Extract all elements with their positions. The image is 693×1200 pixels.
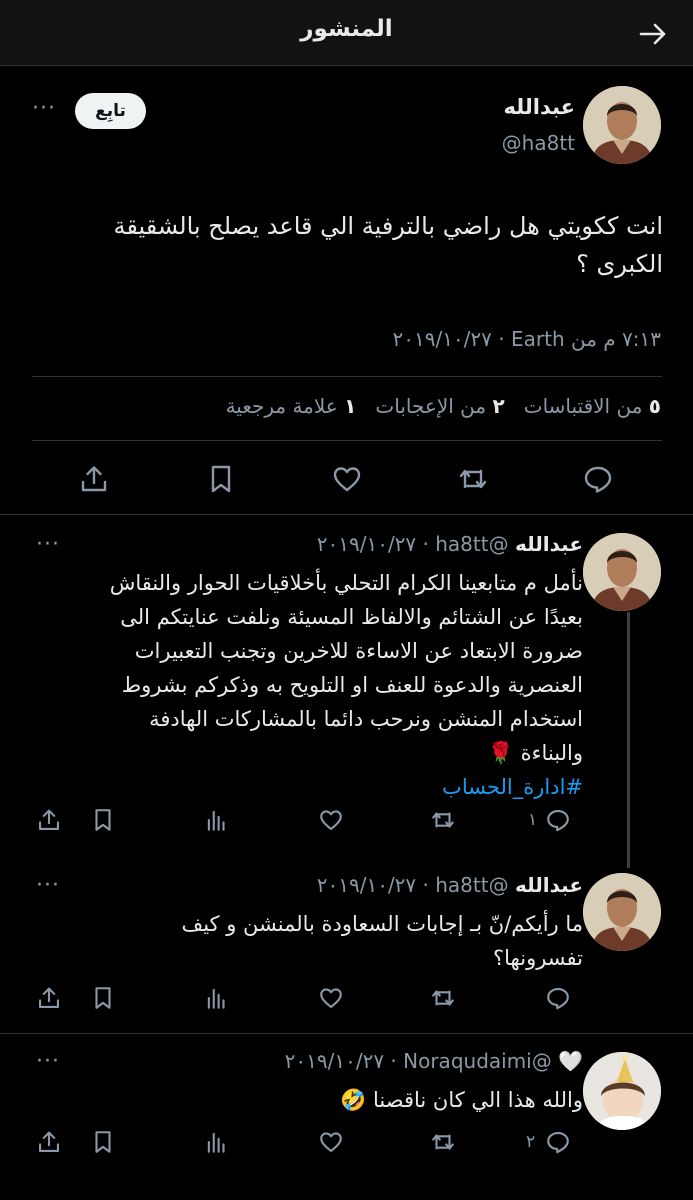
reply-author-name: عبدالله (514, 873, 583, 897)
reply-line: تفسرونها؟ (493, 946, 583, 970)
share-icon[interactable] (36, 1129, 62, 1155)
avatar[interactable] (583, 873, 661, 951)
retweets-label: من الاقتباسات (523, 394, 643, 418)
likes-label: من الإعجابات (375, 394, 487, 418)
bookmark-icon[interactable] (90, 807, 116, 833)
views-icon[interactable] (204, 807, 230, 833)
hashtag-link[interactable]: #ادارة_الحساب (36, 770, 583, 804)
reply-header[interactable]: عبدالله @ha8tt · ٢٠١٩/١٠/٢٧ (317, 873, 583, 897)
views-icon[interactable] (204, 985, 230, 1011)
like-icon[interactable] (318, 985, 344, 1011)
like-icon[interactable] (318, 1129, 344, 1155)
reply-handle-date: @ha8tt · ٢٠١٩/١٠/٢٧ (316, 873, 509, 897)
divider (32, 376, 662, 377)
retweet-icon[interactable] (430, 985, 456, 1011)
page-title: المنشور (300, 16, 393, 42)
reply-line: العنصرية والدعوة للعنف او التلويح به وذك… (121, 673, 583, 697)
more-options-icon[interactable]: ··· (36, 1051, 60, 1073)
reply-handle-date: @ha8tt · ٢٠١٩/١٠/٢٧ (316, 532, 509, 556)
more-options-icon[interactable]: ··· (36, 534, 60, 556)
tweet-text-line: الكبرى ؟ (576, 250, 663, 278)
divider (32, 440, 662, 441)
bookmarks-count: ١ (344, 394, 357, 418)
reply-line: ضرورة الابتعاد عن الاساءة للاخرين وتجنب … (134, 639, 583, 663)
avatar[interactable] (583, 86, 661, 164)
tweet-timestamp[interactable]: ٧:١٣ م من Earth · ٢٠١٩/١٠/٢٧ (392, 327, 661, 351)
tweet-text: انت ككويتي هل راضي بالترفية الي قاعد يصل… (26, 207, 663, 283)
author-name[interactable]: عبدالله (504, 95, 575, 119)
reply-header[interactable]: عبدالله @ha8tt · ٢٠١٩/١٠/٢٧ (317, 532, 583, 556)
reply-line: استخدام المنشن ونرحب دائما بالمشاركات ال… (149, 707, 583, 731)
more-options-icon[interactable]: ··· (32, 98, 56, 120)
reply-icon[interactable] (545, 807, 571, 833)
reply-text: نأمل م متابعينا الكرام التحلي بأخلاقيات … (36, 566, 583, 804)
reply-line: نأمل م متابعينا الكرام التحلي بأخلاقيات … (109, 571, 583, 595)
retweet-icon[interactable] (457, 463, 489, 495)
reply-text: ما رأيكم/نّ بـ إجابات السعاودة بالمنشن و… (36, 907, 583, 975)
bookmark-icon[interactable] (90, 985, 116, 1011)
avatar[interactable] (583, 1052, 661, 1130)
views-icon[interactable] (204, 1129, 230, 1155)
divider (0, 1033, 693, 1034)
bookmark-icon[interactable] (205, 463, 237, 495)
reply-line: والله هذا الي كان ناقصنا 🤣 (340, 1088, 583, 1112)
tweet-stats[interactable]: ٥ من الاقتباسات ٢ من الإعجابات ١ علامة م… (226, 394, 661, 418)
more-options-icon[interactable]: ··· (36, 875, 60, 897)
share-icon[interactable] (36, 807, 62, 833)
thread-line (627, 612, 630, 868)
reply-icon[interactable] (545, 1129, 571, 1155)
reply-line: بعيدًا عن الشتائم والالفاظ المسيئة ونلفت… (120, 605, 583, 629)
reply-author-name: 🤍 (558, 1049, 583, 1073)
bookmark-icon[interactable] (90, 1129, 116, 1155)
avatar[interactable] (583, 533, 661, 611)
top-bar: المنشور (0, 0, 693, 66)
reply-icon[interactable] (582, 463, 614, 495)
reply-count: ٢ (526, 1132, 536, 1152)
reply-handle-date: @Noraqudaimi · ٢٠١٩/١٠/٢٧ (284, 1049, 552, 1073)
divider (0, 514, 693, 515)
retweet-icon[interactable] (430, 1129, 456, 1155)
like-icon[interactable] (331, 463, 363, 495)
arrow-right-icon[interactable] (637, 18, 669, 50)
tweet-text-line: انت ككويتي هل راضي بالترفية الي قاعد يصل… (113, 212, 663, 240)
reply-count: ١ (528, 810, 538, 830)
likes-count: ٢ (492, 394, 505, 418)
reply-text: والله هذا الي كان ناقصنا 🤣 (36, 1083, 583, 1117)
reply-line: والبناءة 🌹 (487, 741, 583, 765)
like-icon[interactable] (318, 807, 344, 833)
share-icon[interactable] (78, 463, 110, 495)
bookmarks-label: علامة مرجعية (225, 394, 338, 418)
reply-line: ما رأيكم/نّ بـ إجابات السعاودة بالمنشن و… (181, 912, 583, 936)
follow-button[interactable]: تابِع (75, 93, 146, 129)
share-icon[interactable] (36, 985, 62, 1011)
reply-header[interactable]: 🤍 @Noraqudaimi · ٢٠١٩/١٠/٢٧ (285, 1049, 583, 1073)
reply-icon[interactable] (545, 985, 571, 1011)
retweets-count: ٥ (648, 394, 661, 418)
reply-author-name: عبدالله (514, 532, 583, 556)
retweet-icon[interactable] (430, 807, 456, 833)
author-handle[interactable]: @ha8tt (502, 131, 575, 155)
